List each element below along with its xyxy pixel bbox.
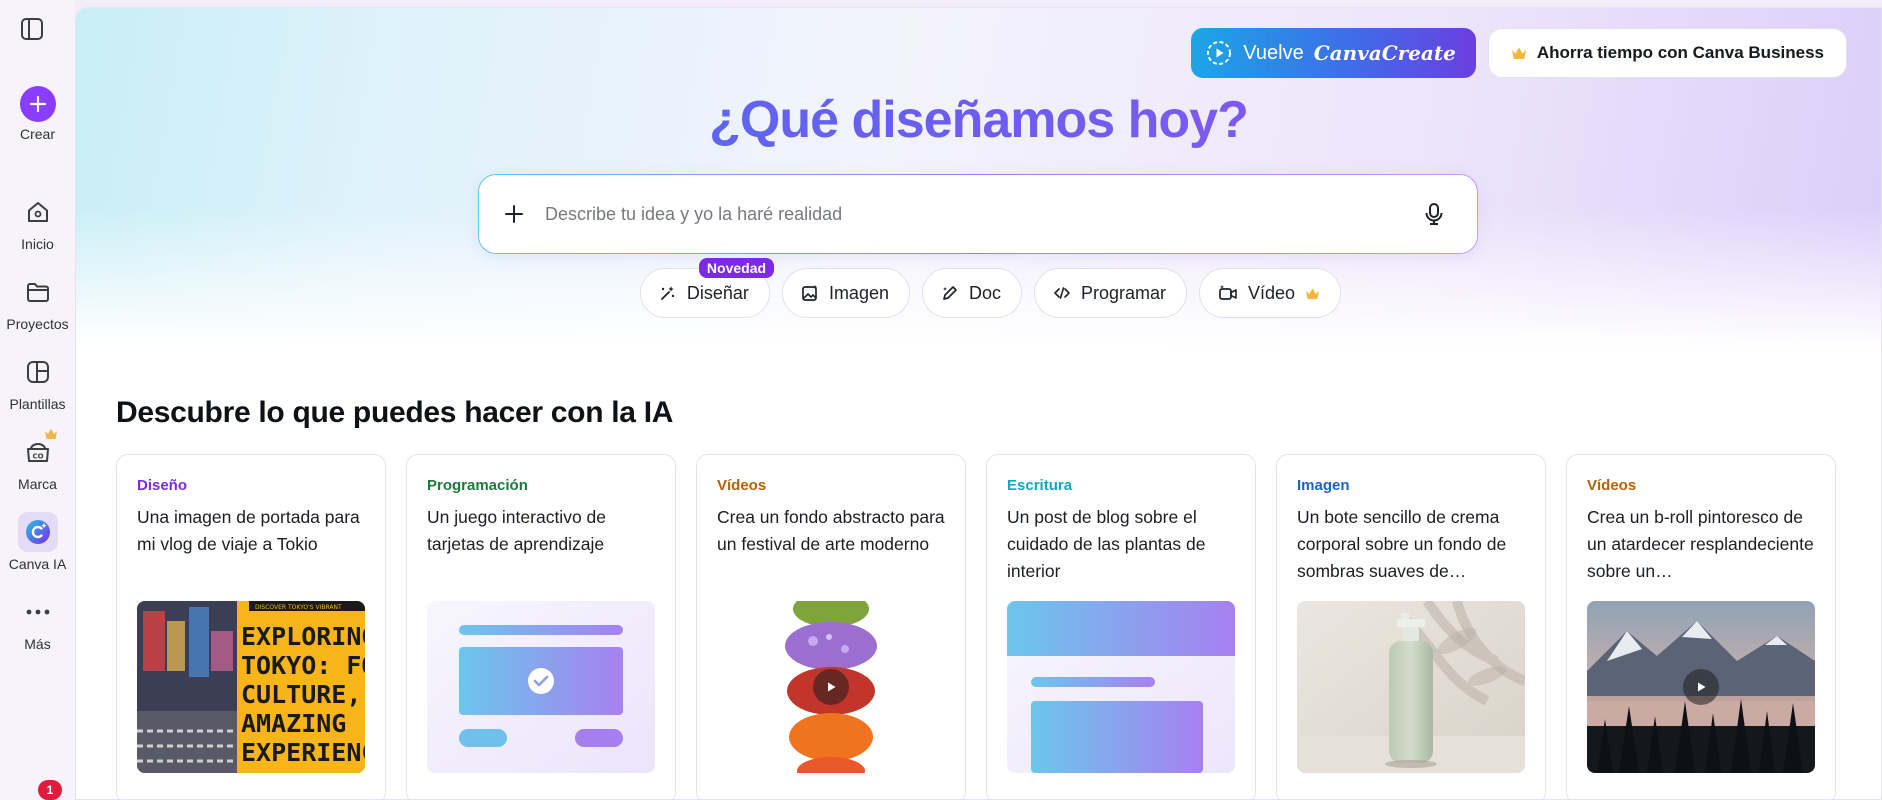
example-card[interactable]: Diseño Una imagen de portada para mi vlo…: [116, 454, 386, 799]
play-icon: [828, 682, 836, 692]
more-icon: [26, 609, 49, 615]
card-thumbnail: [427, 601, 655, 773]
sidebar-item-label: Inicio: [21, 236, 54, 252]
tokyo-headline-1: EXPLORING: [241, 622, 365, 651]
sidebar-item-inicio[interactable]: Inicio: [0, 192, 75, 252]
sidebar-item-label: Marca: [18, 476, 57, 492]
sidebar-item-plantillas[interactable]: Plantillas: [0, 352, 75, 412]
sidebar-create-label: Crear: [19, 126, 55, 142]
play-circle-icon: [1207, 41, 1232, 65]
sidebar-item-label: Plantillas: [9, 396, 66, 412]
canva-business-button[interactable]: Ahorra tiempo con Canva Business: [1487, 28, 1847, 78]
chip-video[interactable]: Vídeo: [1199, 268, 1342, 318]
sidebar-item-proyectos[interactable]: Proyectos: [0, 272, 75, 332]
card-category: Diseño: [137, 477, 188, 494]
card-category: Programación: [427, 477, 528, 494]
canva-business-label: Ahorra tiempo con Canva Business: [1536, 43, 1824, 62]
code-icon: [1054, 287, 1070, 299]
sidebar-create[interactable]: Crear: [0, 86, 75, 142]
play-button[interactable]: [813, 669, 849, 705]
create-button[interactable]: [19, 86, 56, 122]
example-card[interactable]: Vídeos Crea un fondo abstracto para un f…: [696, 454, 966, 799]
card-category: Imagen: [1297, 477, 1350, 494]
home-icon: [27, 202, 48, 222]
sidebar-item-label: Más: [24, 636, 51, 652]
flashcard-game-illustration: [427, 601, 655, 773]
microphone-icon[interactable]: [1421, 201, 1447, 227]
sidebar-toggle-icon[interactable]: [19, 16, 45, 42]
crown-icon: [1511, 47, 1526, 59]
tokyo-banner-text: DISCOVER TOKYO'S VIBRANT: [255, 604, 342, 611]
sparkle-pen-icon: [661, 286, 675, 300]
chip-imagen[interactable]: Imagen: [781, 268, 910, 318]
card-description: Una imagen de portada para mi vlog de vi…: [137, 507, 360, 554]
play-button[interactable]: [1683, 669, 1719, 705]
example-card[interactable]: Programación Un juego interactivo de tar…: [406, 454, 676, 799]
canva-ai-icon: [25, 520, 50, 544]
tokyo-cover-image: DISCOVER TOKYO'S VIBRANT EXPLORING TOKYO…: [137, 601, 365, 773]
tokyo-headline-2: TOKYO: FO: [241, 651, 365, 680]
video-icon: [1219, 285, 1237, 300]
folder-icon: [26, 283, 49, 302]
card-category: Escritura: [1007, 477, 1073, 494]
card-category: Vídeos: [717, 477, 767, 494]
chip-label: Programar: [1081, 282, 1167, 303]
plus-icon: [29, 95, 46, 113]
ai-prompt-input[interactable]: [545, 203, 1421, 225]
sidebar-item-mas[interactable]: Más: [0, 592, 75, 652]
card-thumbnail: DISCOVER TOKYO'S VIBRANT EXPLORING TOKYO…: [137, 601, 365, 773]
sidebar-item-marca[interactable]: CO Marca: [0, 429, 75, 492]
card-description: Crea un fondo abstracto para un festival…: [717, 507, 945, 554]
crown-icon: [45, 429, 57, 439]
svg-text:CO: CO: [32, 453, 43, 461]
add-icon[interactable]: [503, 203, 525, 225]
example-card[interactable]: Imagen Un bote sencillo de crema corpora…: [1276, 454, 1546, 799]
canva-create-button[interactable]: Vuelve CanvaCreate: [1191, 28, 1476, 78]
card-thumbnail: [1587, 601, 1815, 773]
ai-examples-cards: Diseño Una imagen de portada para mi vlo…: [116, 454, 1836, 799]
chip-label: Diseñar: [686, 282, 749, 303]
card-description: Un juego interactivo de tarjetas de apre…: [427, 507, 606, 554]
page-title: ¿Qué diseñamos hoy?: [76, 90, 1881, 150]
card-description: Crea un b-roll pintoresco de un atardece…: [1587, 507, 1814, 581]
crown-icon: [1306, 287, 1320, 299]
cream-bottle-image: [1297, 601, 1525, 773]
card-thumbnail: [1297, 601, 1525, 773]
example-card[interactable]: Vídeos Crea un b-roll pintoresco de un a…: [1566, 454, 1836, 799]
sidebar: Crear Inicio Proyectos Plantillas CO Mar…: [0, 0, 75, 800]
ai-prompt-box[interactable]: [478, 174, 1478, 254]
card-description: Un bote sencillo de crema corporal sobre…: [1297, 507, 1507, 581]
new-badge: Novedad: [698, 258, 775, 278]
card-category: Vídeos: [1587, 477, 1637, 494]
pen-sparkle-icon: [942, 286, 957, 300]
card-thumbnail: [717, 601, 945, 773]
notification-badge[interactable]: 1: [38, 780, 62, 800]
sidebar-item-label: Proyectos: [6, 316, 69, 332]
canva-create-prefix: Vuelve: [1243, 41, 1304, 64]
chip-label: Imagen: [828, 282, 889, 303]
section-title: Descubre lo que puedes hacer con la IA: [116, 396, 674, 429]
chip-label: Vídeo: [1248, 282, 1296, 303]
templates-icon: [26, 361, 49, 383]
chip-label: Doc: [968, 282, 1001, 303]
chip-doc[interactable]: Doc: [921, 268, 1022, 318]
blog-post-illustration: [1007, 601, 1235, 773]
main-panel: Vuelve CanvaCreate Ahorra tiempo con Can…: [75, 7, 1882, 800]
tokyo-headline-5: EXPERIENC: [241, 738, 365, 767]
tokyo-headline-3: CULTURE,: [241, 680, 361, 709]
play-icon: [1698, 682, 1706, 692]
example-card[interactable]: Escritura Un post de blog sobre el cuida…: [986, 454, 1256, 799]
chip-disenar[interactable]: Novedad Diseñar: [639, 258, 775, 318]
top-actions: Vuelve CanvaCreate Ahorra tiempo con Can…: [1191, 28, 1847, 78]
brand-icon: CO: [26, 443, 49, 462]
card-description: Un post de blog sobre el cuidado de las …: [1007, 507, 1206, 581]
canva-create-brand: CanvaCreate: [1313, 41, 1456, 65]
sidebar-item-label: Canva IA: [8, 556, 67, 572]
tokyo-headline-4: AMAZING: [241, 709, 346, 738]
card-thumbnail: [1007, 601, 1235, 773]
sidebar-item-canva-ia[interactable]: Canva IA: [0, 512, 75, 572]
chip-programar[interactable]: Programar: [1034, 268, 1188, 318]
mode-chips: Novedad Diseñar Imagen Doc Programar Víd…: [76, 258, 1881, 318]
image-sparkle-icon: [802, 284, 818, 301]
